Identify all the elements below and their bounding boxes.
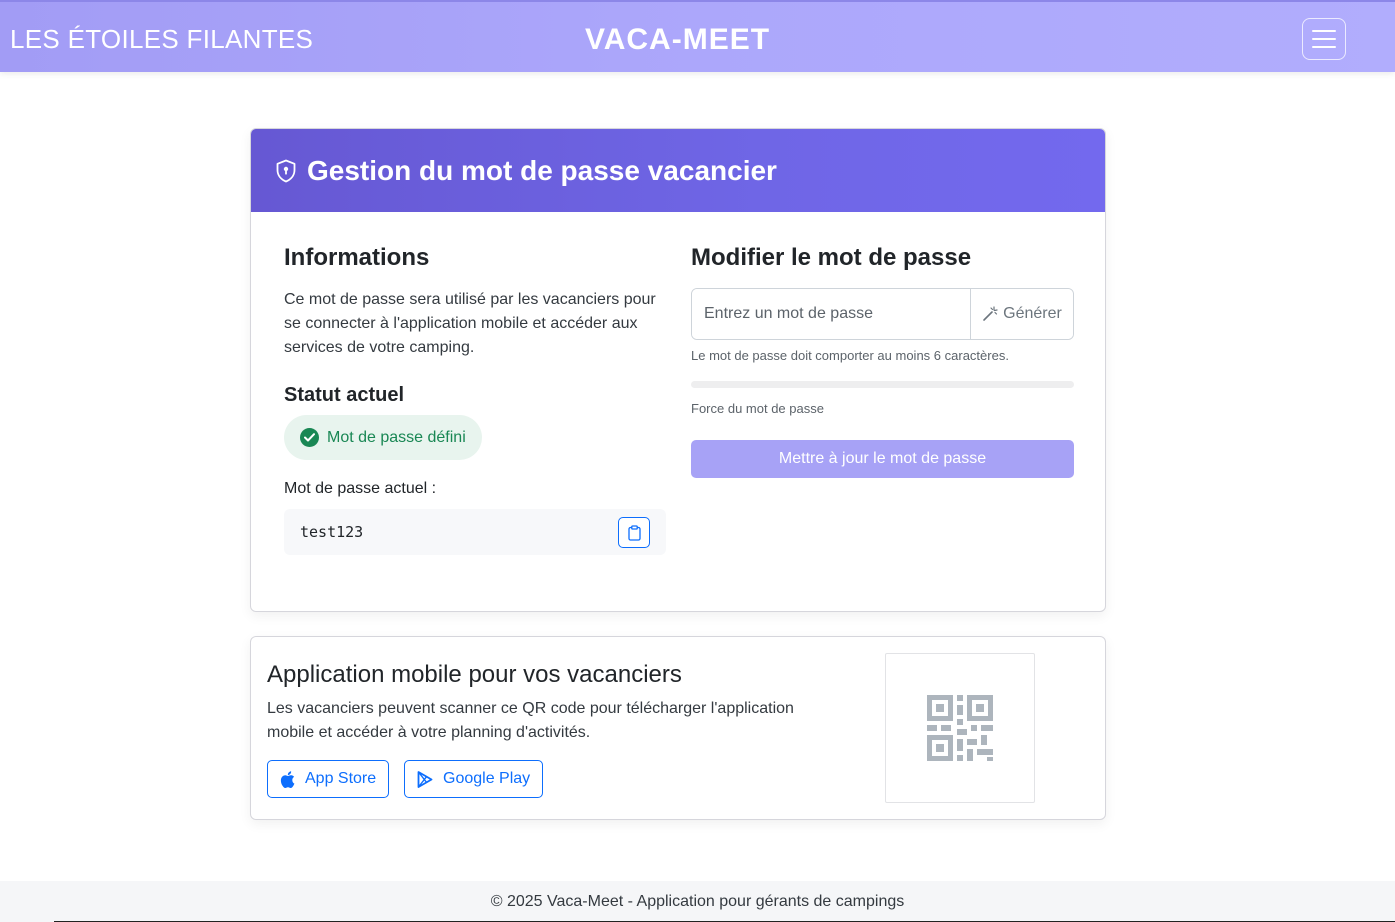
hamburger-icon[interactable] [1302,18,1346,60]
check-circle-icon [300,428,319,447]
modify-heading: Modifier le mot de passe [691,244,972,271]
new-password-input[interactable] [692,289,970,339]
qr-code-container [885,653,1035,803]
status-heading: Statut actuel [284,384,405,406]
info-column: Informations Ce mot de passe sera utilis… [284,244,666,555]
magic-wand-icon [983,306,998,321]
current-password-display: test123 [284,509,666,555]
password-hint: Le mot de passe doit comporter au moins … [691,348,1009,363]
shield-lock-icon [276,159,296,182]
generate-label: Générer [1003,305,1062,322]
modify-column: Modifier le mot de passe Générer Le mot … [691,244,1074,478]
qr-code-icon [927,695,993,761]
page-footer: © 2025 Vaca-Meet - Application pour géra… [0,881,1395,922]
update-password-button[interactable]: Mettre à jour le mot de passe [691,440,1074,478]
info-text: Ce mot de passe sera utilisé par les vac… [284,291,656,356]
password-strength-bar [691,381,1074,388]
copy-password-button[interactable] [618,517,650,548]
google-play-label: Google Play [443,770,531,787]
card-title: Gestion du mot de passe vacancier [307,154,777,186]
app-card-title: Application mobile pour vos vacanciers [267,661,682,688]
info-heading: Informations [284,244,430,271]
password-management-card: Gestion du mot de passe vacancier Inform… [250,128,1106,612]
footer-text: © 2025 Vaca-Meet - Application pour géra… [490,893,905,910]
password-strength-label: Force du mot de passe [691,401,824,416]
current-password-value: test123 [300,523,364,541]
app-card-text: Les vacanciers peuvent scanner ce QR cod… [267,700,794,741]
generate-password-button[interactable]: Générer [970,289,1073,339]
app-store-label: App Store [305,770,377,787]
app-brand[interactable]: VACA-MEET [0,23,1355,57]
top-navbar: LES ÉTOILES FILANTES VACA-MEET [0,0,1395,72]
clipboard-icon [627,524,641,541]
status-badge: Mot de passe défini [284,415,482,460]
apple-icon [280,770,295,788]
google-play-icon [417,770,433,788]
status-badge-label: Mot de passe défini [327,428,466,446]
mobile-app-card: Application mobile pour vos vacanciers L… [250,636,1106,820]
google-play-button[interactable]: Google Play [404,760,544,798]
app-store-button[interactable]: App Store [267,760,390,798]
password-input-group: Générer [691,288,1074,340]
current-password-label: Mot de passe actuel : [284,480,437,497]
card-header: Gestion du mot de passe vacancier [251,129,1105,212]
